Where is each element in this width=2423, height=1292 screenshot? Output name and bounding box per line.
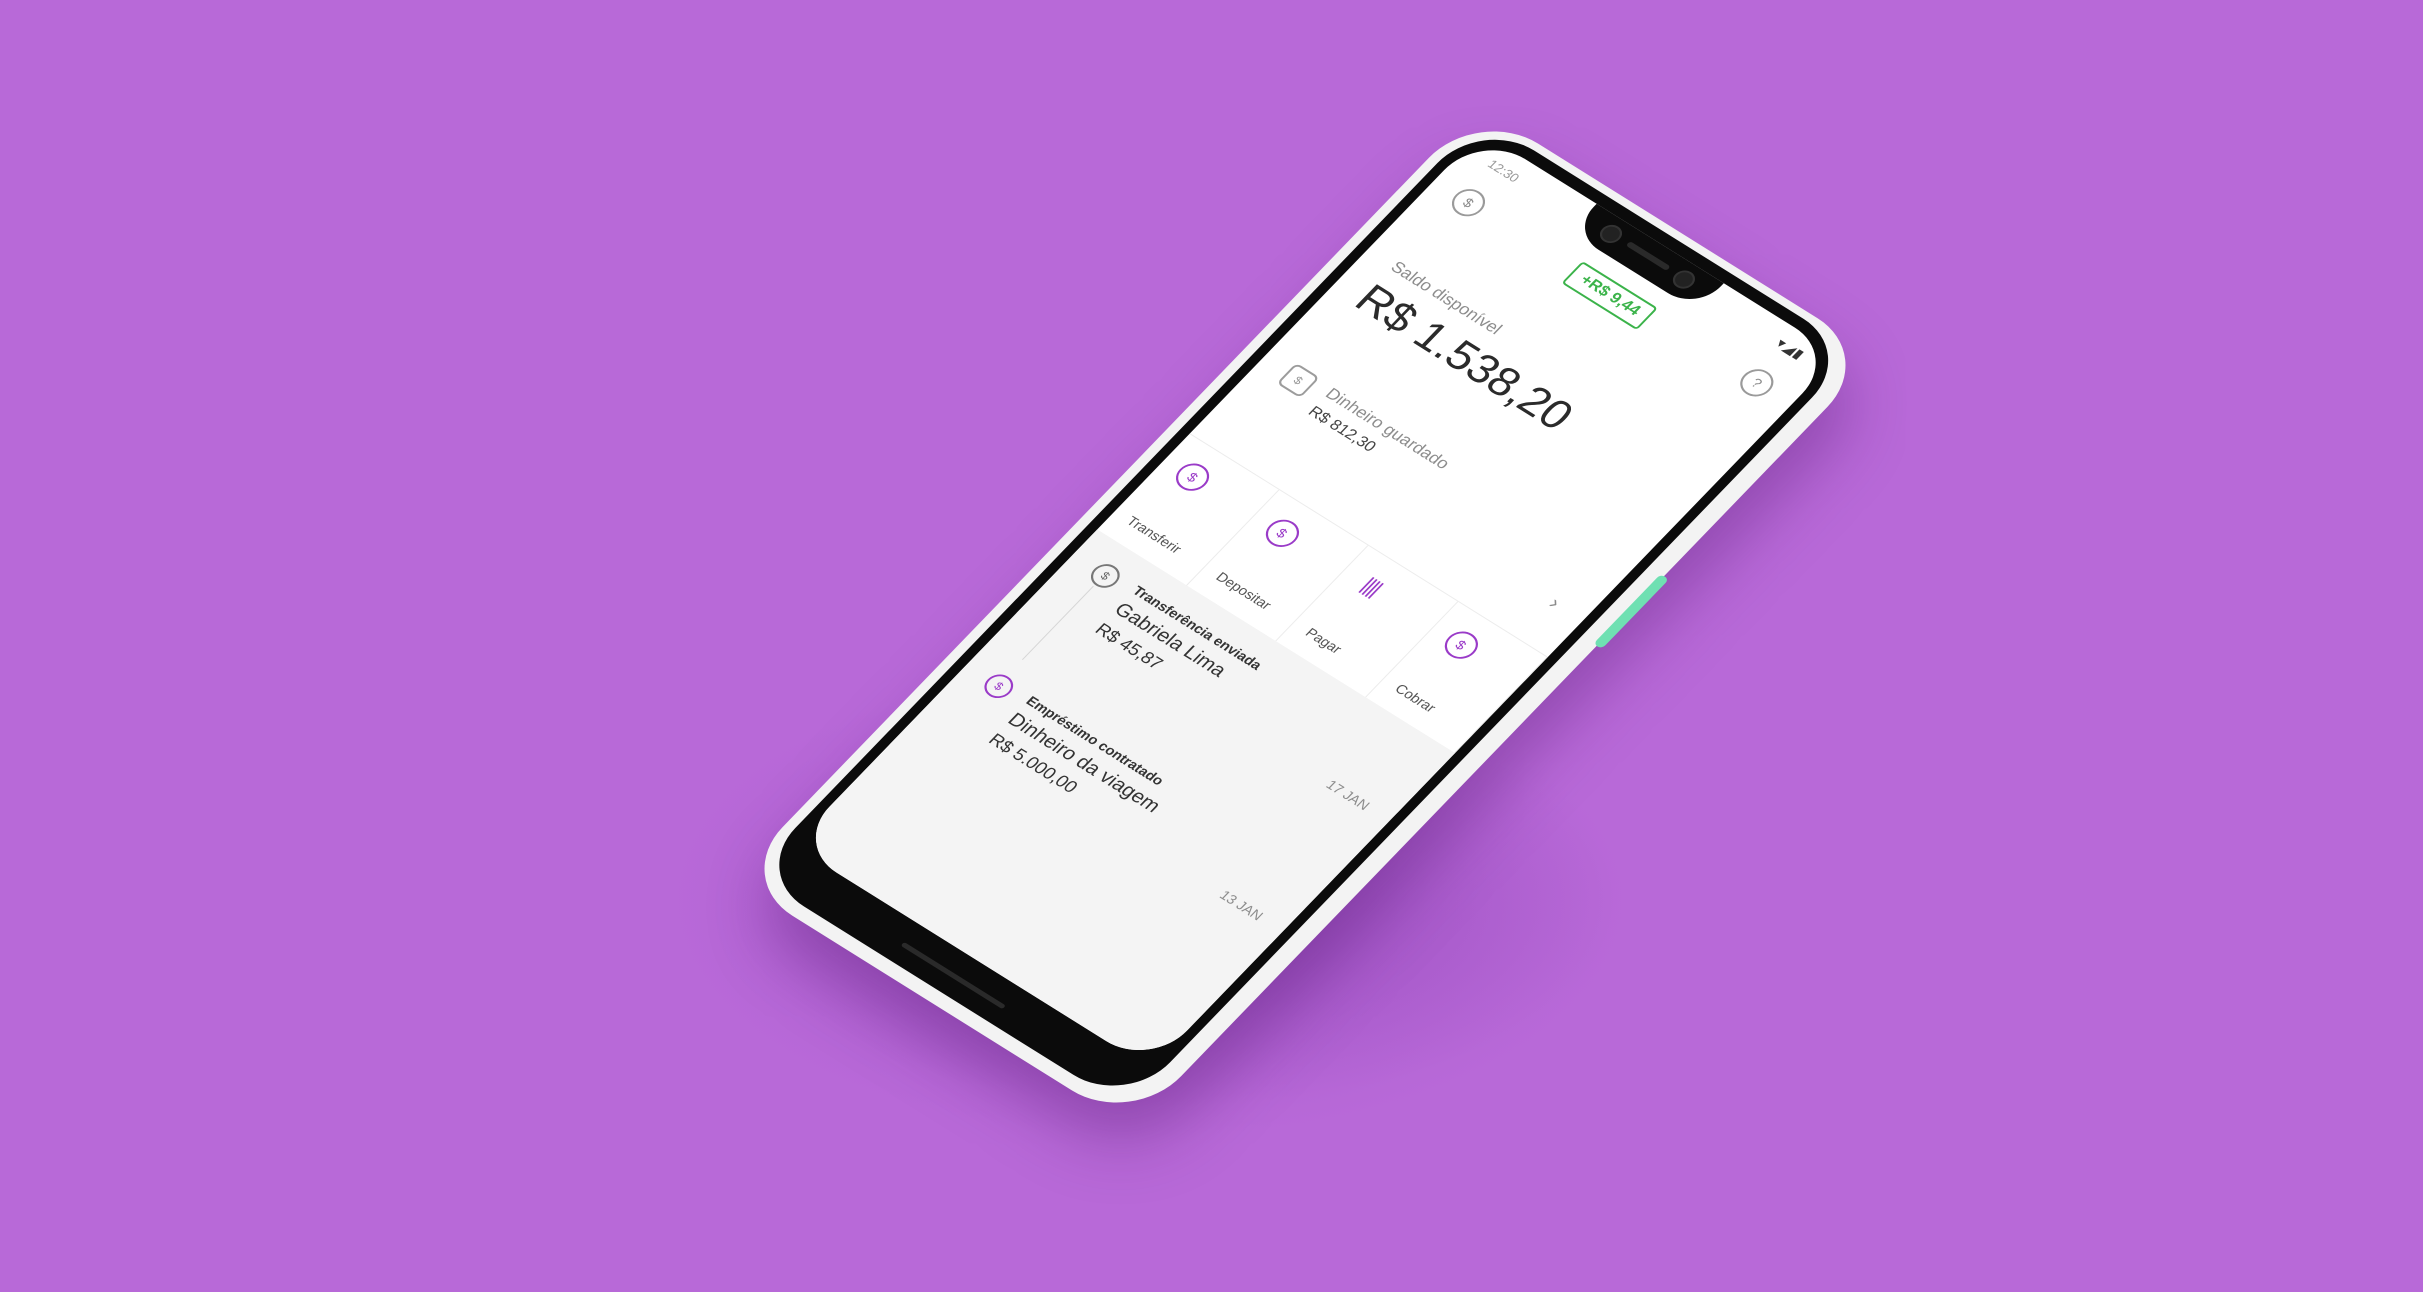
question-mark-icon[interactable]: ? <box>1733 363 1781 402</box>
chevron-right-icon: › <box>1543 593 1566 613</box>
feed-item-date: 17 JAN <box>1322 776 1374 813</box>
barcode-icon: |||| <box>1356 572 1387 600</box>
action-label: Depositar <box>1212 568 1276 613</box>
status-time: 12:30 <box>1484 156 1523 186</box>
front-camera-icon <box>1668 266 1700 293</box>
front-camera-icon <box>1595 221 1627 247</box>
piggy-bank-icon[interactable]: $ <box>1445 183 1492 222</box>
savings-icon: $ <box>1276 362 1321 399</box>
action-label: Cobrar <box>1391 680 1440 716</box>
action-label: Transferir <box>1123 513 1186 557</box>
charge-icon: $ <box>1437 625 1485 664</box>
transfer-icon: $ <box>1169 458 1216 497</box>
signal-battery-icon: ▾◢▮ <box>1773 335 1809 363</box>
earpiece-speaker <box>1625 241 1671 271</box>
deposit-icon: $ <box>1258 514 1306 553</box>
feed-item-date: 13 JAN <box>1216 887 1267 924</box>
timeline-line <box>1021 585 1094 660</box>
action-label: Pagar <box>1302 624 1346 657</box>
loan-icon: $ <box>978 669 1020 703</box>
